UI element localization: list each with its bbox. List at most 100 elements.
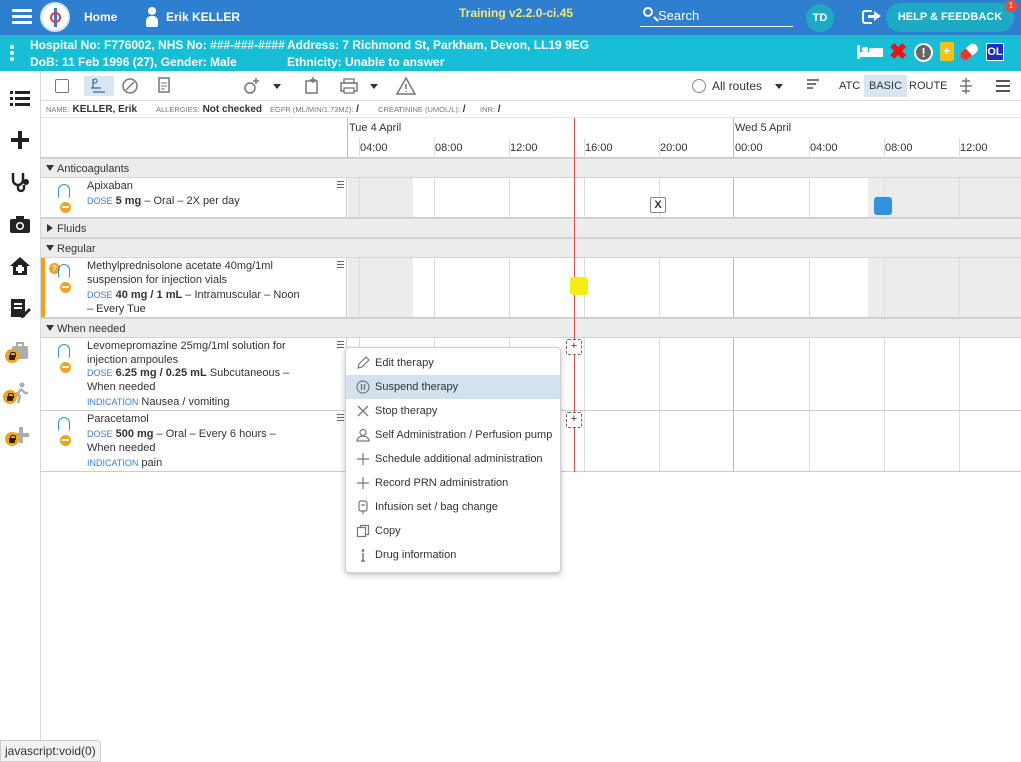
hospital-number: Hospital No: F776002, NHS No: ###-###-##… — [30, 38, 285, 52]
row-menu-icon[interactable] — [337, 261, 344, 270]
row-menu-icon[interactable] — [337, 341, 344, 350]
routes-icon — [692, 79, 706, 93]
allergies-value[interactable]: Not checked — [203, 104, 262, 115]
section-label: Anticoagulants — [57, 163, 130, 175]
due-administration-marker[interactable] — [570, 277, 588, 295]
stethoscope-icon[interactable] — [8, 170, 32, 194]
section-when-needed[interactable]: When needed — [41, 318, 1021, 338]
logout-icon[interactable] — [862, 8, 882, 26]
search-icon — [643, 7, 653, 17]
add-medication-icon[interactable] — [241, 76, 263, 96]
alert-x-icon[interactable]: ✖ — [889, 40, 907, 64]
home-link[interactable]: Home — [84, 10, 117, 24]
more-vertical-icon[interactable] — [10, 45, 14, 61]
help-feedback-button[interactable]: HELP & FEEDBACK — [886, 3, 1014, 32]
warning-triangle-icon[interactable] — [395, 76, 417, 96]
route-view-button[interactable]: ROUTE — [909, 80, 948, 92]
menu-item-label: Edit therapy — [375, 357, 434, 369]
chevron-down-icon[interactable] — [273, 84, 281, 89]
caret-down-icon — [46, 245, 54, 251]
menu-item-label: Suspend therapy — [375, 381, 459, 393]
chevron-down-icon[interactable] — [775, 84, 783, 89]
therapy-context-menu: Edit therapy Suspend therapy Stop therap… — [345, 347, 561, 573]
indication-value: Nausea / vomiting — [141, 396, 230, 408]
hour-label: 12:00 — [510, 142, 538, 154]
browser-status-bar: javascript:void(0) — [0, 740, 101, 762]
document-icon[interactable] — [153, 76, 175, 96]
menu-item-suspend-therapy[interactable]: Suspend therapy — [346, 375, 560, 399]
user-avatar[interactable]: TD — [806, 4, 834, 32]
drug-name: Methylprednisolone acetate 40mg/1ml susp… — [87, 260, 273, 286]
hamburger-menu-icon[interactable] — [12, 9, 32, 25]
section-label: Regular — [57, 243, 96, 255]
add-administration-button[interactable]: + — [566, 412, 582, 428]
warning-icon[interactable]: ! — [914, 43, 933, 62]
menu-item-infusion-set[interactable]: Infusion set / bag change — [346, 495, 560, 519]
menu-item-drug-information[interactable]: Drug information — [346, 543, 560, 567]
scheduled-administration-marker[interactable] — [874, 197, 892, 215]
skipped-administration-marker[interactable]: X — [650, 197, 666, 213]
print-icon[interactable] — [338, 76, 360, 96]
section-regular[interactable]: Regular — [41, 238, 1021, 258]
menu-item-edit-therapy[interactable]: Edit therapy — [346, 351, 560, 375]
person-icon — [356, 428, 370, 442]
clipboard-icon[interactable] — [940, 42, 954, 61]
menu-item-label: Record PRN administration — [375, 477, 509, 489]
add-administration-button[interactable]: + — [566, 339, 582, 355]
basic-view-button[interactable]: BASIC — [864, 75, 908, 97]
menu-item-label: Self Administration / Perfusion pump — [375, 429, 553, 441]
row-menu-icon[interactable] — [337, 414, 344, 423]
chevron-down-icon[interactable] — [370, 84, 378, 89]
section-label: When needed — [57, 323, 126, 335]
pill-compass-icon[interactable] — [119, 76, 141, 96]
drug-name: Levomepromazine 25mg/1ml solution for in… — [87, 340, 286, 366]
menu-item-record-prn[interactable]: Record PRN administration — [346, 471, 560, 495]
hour-label: 08:00 — [435, 142, 463, 154]
list-icon[interactable] — [8, 86, 32, 110]
sort-icon[interactable] — [807, 79, 819, 93]
app-logo[interactable] — [40, 2, 70, 32]
drug-row-methylprednisolone[interactable]: ? Methylprednisolone acetate 40mg/1ml su… — [41, 258, 1021, 318]
atc-view-button[interactable]: ATC — [839, 80, 860, 92]
copy-icon — [356, 524, 370, 538]
add-icon[interactable] — [8, 128, 32, 152]
home-medical-icon[interactable] — [8, 254, 32, 278]
chart-toolbar: All routes ATC BASIC ROUTE — [41, 71, 1021, 101]
add-document-icon[interactable] — [301, 76, 323, 96]
expand-collapse-icon[interactable] — [955, 76, 977, 96]
row-menu-icon[interactable] — [337, 181, 344, 190]
menu-item-self-administration[interactable]: Self Administration / Perfusion pump — [346, 423, 560, 447]
section-fluids[interactable]: Fluids — [41, 218, 1021, 238]
section-anticoagulants[interactable]: Anticoagulants — [41, 158, 1021, 178]
inr-value: / — [497, 104, 501, 115]
close-icon — [356, 404, 370, 418]
egfr-value: / — [356, 104, 359, 115]
menu-item-label: Schedule additional administration — [375, 453, 543, 465]
oral-medication-icon — [55, 417, 75, 451]
administration-view-icon[interactable] — [84, 76, 114, 96]
pill-icon[interactable] — [958, 41, 980, 63]
hour-label: 20:00 — [660, 142, 688, 154]
pause-icon — [356, 380, 370, 394]
menu-item-schedule-additional[interactable]: Schedule additional administration — [346, 447, 560, 471]
ol-badge[interactable]: OL — [986, 43, 1004, 61]
hour-label: 08:00 — [885, 142, 913, 154]
chart-view-icon[interactable] — [51, 76, 73, 96]
menu-item-copy[interactable]: Copy — [346, 519, 560, 543]
routes-select[interactable]: All routes — [712, 79, 762, 93]
camera-icon[interactable] — [8, 212, 32, 236]
search-input[interactable] — [658, 6, 788, 24]
search-box[interactable] — [640, 4, 793, 27]
lock-icon — [5, 432, 19, 446]
dose-label: DOSE — [87, 368, 113, 378]
patient-ethnicity: Ethnicity: Unable to answer — [287, 55, 445, 69]
bed-icon[interactable] — [857, 45, 883, 59]
person-icon — [146, 7, 158, 27]
day-label: Tue 4 April — [349, 122, 402, 134]
patient-name-link[interactable]: Erik KELLER — [166, 10, 240, 24]
creatinine-label: CREATININE (UMOL/L): — [378, 105, 460, 114]
pencil-icon — [356, 356, 370, 370]
options-menu-icon[interactable] — [996, 80, 1010, 95]
menu-item-stop-therapy[interactable]: Stop therapy — [346, 399, 560, 423]
document-edit-icon[interactable] — [8, 296, 32, 320]
